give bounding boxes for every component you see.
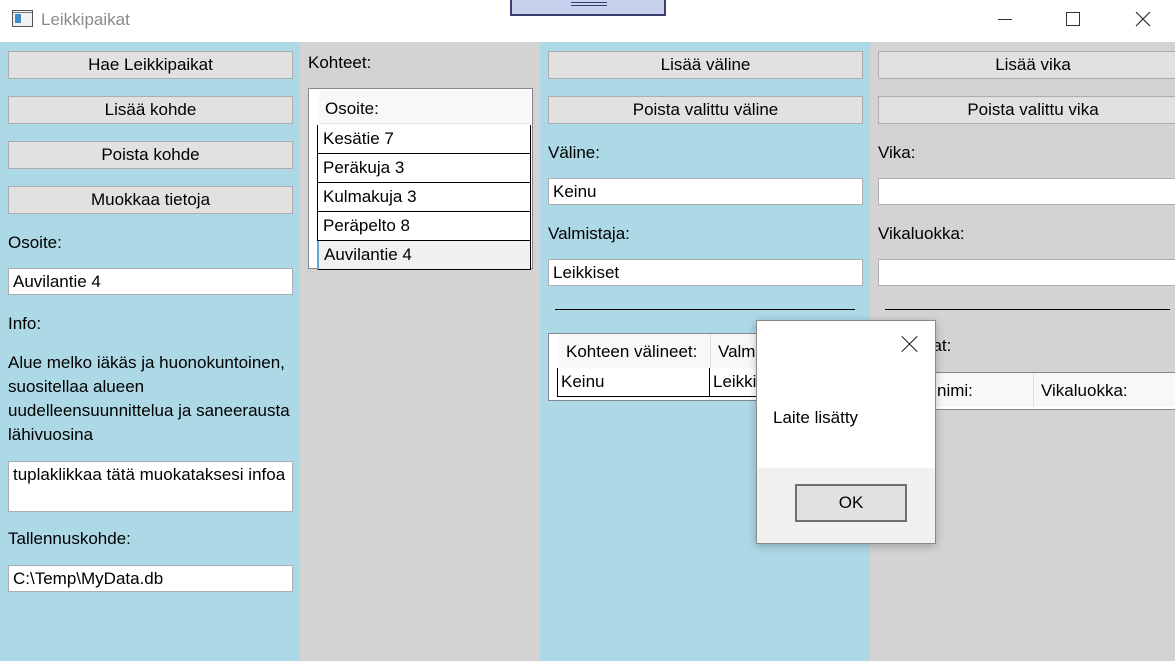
maximize-button[interactable] bbox=[1050, 0, 1096, 38]
ok-button[interactable]: OK bbox=[795, 484, 907, 522]
remove-fault-button[interactable]: Poista valittu vika bbox=[878, 96, 1175, 124]
storage-label: Tallennuskohde: bbox=[8, 529, 131, 548]
list-item[interactable]: Peräpelto 8 bbox=[317, 212, 531, 241]
minimize-icon bbox=[998, 18, 1012, 20]
edit-details-button[interactable]: Muokkaa tietoja bbox=[8, 186, 293, 214]
remove-equipment-button[interactable]: Poista valittu väline bbox=[548, 96, 863, 124]
close-icon bbox=[1135, 11, 1151, 27]
list-item[interactable]: Peräkuja 3 bbox=[317, 154, 531, 183]
dialog-footer: OK bbox=[757, 468, 935, 543]
site-details-panel: Hae Leikkipaikat Lisää kohde Poista kohd… bbox=[0, 42, 300, 661]
equipment-label: Väline: bbox=[548, 143, 600, 162]
grid-header[interactable]: Kohteen välineet: bbox=[559, 334, 711, 368]
sites-list-header[interactable]: Osoite: bbox=[319, 91, 531, 124]
divider bbox=[885, 309, 1170, 310]
app-icon bbox=[12, 10, 33, 27]
equipment-field[interactable]: Keinu bbox=[548, 178, 863, 205]
fetch-sites-button[interactable]: Hae Leikkipaikat bbox=[8, 51, 293, 79]
manufacturer-field[interactable]: Leikkiset bbox=[548, 259, 863, 286]
sites-panel: Kohteet: Osoite: Kesätie 7 Peräkuja 3 Ku… bbox=[300, 42, 540, 661]
list-item[interactable]: Kesätie 7 bbox=[317, 125, 531, 154]
message-dialog: Laite lisätty OK bbox=[756, 320, 936, 544]
add-equipment-button[interactable]: Lisää väline bbox=[548, 51, 863, 79]
divider bbox=[555, 309, 855, 310]
manufacturer-label: Valmistaja: bbox=[548, 224, 630, 243]
window-title: Leikkipaikat bbox=[41, 10, 130, 29]
list-item-selected[interactable]: Auvilantie 4 bbox=[317, 241, 531, 270]
fault-class-field[interactable] bbox=[878, 259, 1175, 286]
info-text: Alue melko iäkäs ja huonokuntoinen, suos… bbox=[8, 353, 290, 444]
list-item[interactable]: Kulmakuja 3 bbox=[317, 183, 531, 212]
minimize-button[interactable] bbox=[982, 0, 1028, 38]
address-field[interactable]: Auvilantie 4 bbox=[8, 268, 293, 295]
info-label: Info: bbox=[8, 314, 42, 333]
fault-class-label: Vikaluokka: bbox=[878, 224, 965, 243]
grid-header[interactable]: Vikaluokka: bbox=[1034, 373, 1175, 407]
sites-list[interactable]: Osoite: Kesätie 7 Peräkuja 3 Kulmakuja 3… bbox=[308, 88, 533, 270]
dialog-message: Laite lisätty bbox=[773, 408, 859, 427]
fault-label: Vika: bbox=[878, 143, 916, 162]
fault-field[interactable] bbox=[878, 178, 1175, 205]
close-button[interactable] bbox=[1120, 0, 1166, 38]
storage-path-field[interactable]: C:\Temp\MyData.db bbox=[8, 565, 293, 592]
sites-label: Kohteet: bbox=[308, 53, 372, 72]
info-edit-field[interactable]: tuplaklikkaa tätä muokataksesi infoa bbox=[8, 461, 293, 512]
add-site-button[interactable]: Lisää kohde bbox=[8, 96, 293, 124]
address-label: Osoite: bbox=[8, 233, 62, 252]
add-fault-button[interactable]: Lisää vika bbox=[878, 51, 1175, 79]
grid-cell[interactable]: Keinu bbox=[557, 368, 710, 397]
title-bar: Leikkipaikat bbox=[0, 0, 1175, 42]
remove-site-button[interactable]: Poista kohde bbox=[8, 141, 293, 169]
maximize-icon bbox=[1066, 12, 1080, 26]
dialog-close-icon[interactable] bbox=[897, 331, 923, 357]
drag-handle[interactable] bbox=[510, 0, 666, 16]
